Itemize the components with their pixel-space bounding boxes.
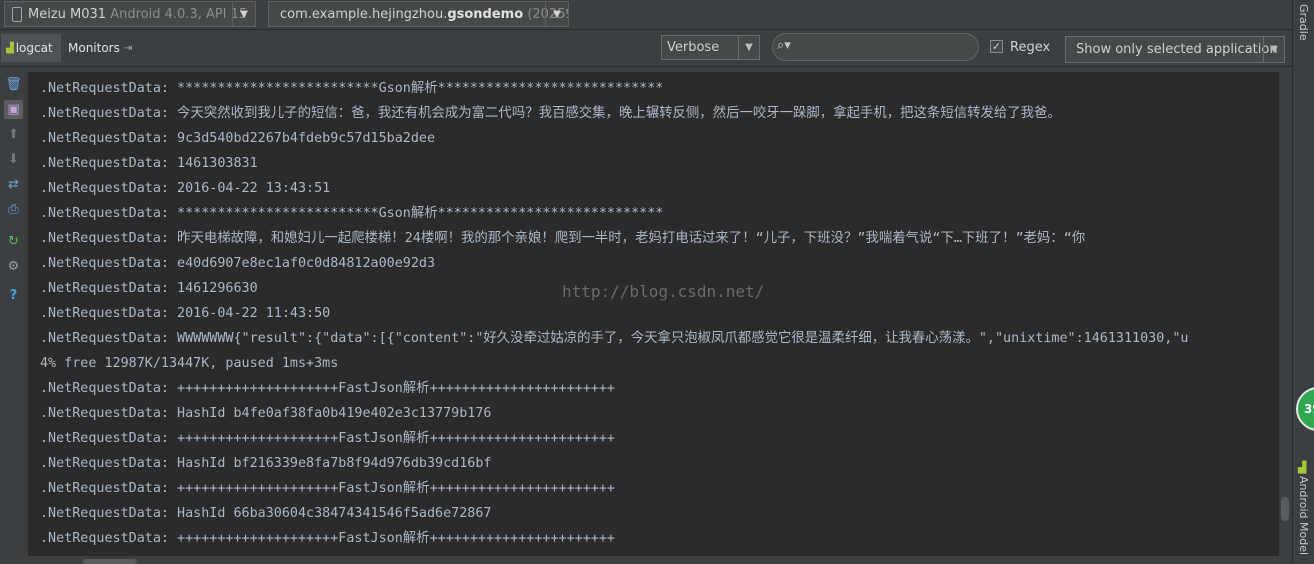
log-line: .NetRequestData: 1461296630 (40, 281, 258, 296)
pin-icon: ⇥ (123, 42, 133, 54)
vertical-scrollbar[interactable] (1279, 68, 1292, 556)
android-icon: ▟ (6, 42, 14, 54)
log-level-select[interactable]: Verbose ▼ (661, 35, 760, 60)
device-detail: Android 4.0.3, API 15 (110, 6, 248, 22)
log-line: .NetRequestData: ***********************… (40, 206, 664, 221)
process-selector[interactable]: com.example.hejingzhou.gsondemo (20259) … (268, 1, 569, 27)
log-level-value: Verbose (667, 40, 720, 55)
regex-label: Regex (1010, 40, 1051, 55)
soft-wrap-icon[interactable]: ⇄ (4, 175, 23, 194)
log-line: .NetRequestData: HashId 66ba30604c384743… (40, 506, 492, 521)
vertical-scroll-thumb[interactable] (1281, 497, 1289, 521)
arrow-down-icon[interactable]: ⬇ (4, 150, 23, 169)
arrow-up-icon[interactable]: ⬆ (4, 125, 23, 144)
tab-monitors[interactable]: Monitors ⇥ (62, 34, 138, 62)
log-line: .NetRequestData: 2016-04-22 11:43:50 (40, 306, 331, 321)
log-line: .NetRequestData: 昨天电梯故障，和媳妇儿一起爬楼梯！24楼啊！我… (40, 231, 1086, 246)
horizontal-scrollbar[interactable] (28, 556, 1279, 564)
log-line: .NetRequestData: 1461303831 (40, 156, 258, 171)
gear-icon[interactable]: ⚙ (4, 257, 23, 276)
process-prefix: com.example.hejingzhou. (280, 6, 448, 22)
tab-logcat-label: logcat (15, 41, 53, 55)
filter-scope-select[interactable]: Show only selected application ▼ (1065, 36, 1285, 63)
watermark: http://blog.csdn.net/ (562, 282, 765, 301)
log-search-field[interactable]: ⌕▾ (772, 33, 979, 61)
log-line: .NetRequestData: ++++++++++++++++++++Fas… (40, 481, 615, 496)
log-line: .NetRequestData: ++++++++++++++++++++Fas… (40, 381, 615, 396)
chevron-down-icon[interactable]: ▼ (232, 2, 255, 26)
search-icon[interactable]: ⌕▾ (777, 38, 791, 53)
log-line: .NetRequestData: HashId bf216339e8fa7b8f… (40, 456, 492, 471)
print-icon[interactable]: ⎙ (4, 200, 23, 219)
scroll-to-end-icon[interactable]: ▣ (4, 100, 23, 119)
log-line: .NetRequestData: e40d6907e8ec1af0c0d8481… (40, 256, 436, 271)
device-selector[interactable]: Meizu M031 Android 4.0.3, API 15 ▼ (4, 1, 256, 27)
regex-checkbox[interactable]: ✓ (990, 40, 1003, 53)
right-tool-strip: Gradle ▟ Android Model (1292, 0, 1314, 564)
log-line: .NetRequestData: 今天突然收到我儿子的短信：爸，我还有机会成为富… (40, 106, 1061, 121)
chevron-down-icon[interactable]: ▼ (1263, 37, 1284, 62)
filter-scope-value: Show only selected application (1076, 42, 1278, 57)
log-line: .NetRequestData: HashId b4fe0af38fa0b419… (40, 406, 492, 421)
tab-logcat[interactable]: ▟ logcat (1, 34, 61, 62)
log-line: .NetRequestData: WWWWWWW{"result":{"data… (40, 331, 1189, 346)
tab-monitors-label: Monitors (68, 41, 120, 55)
restart-icon[interactable]: ↻ (4, 232, 23, 251)
process-name: gsondemo (447, 6, 524, 22)
log-line: 4% free 12987K/13447K, paused 1ms+3ms (40, 356, 339, 371)
log-line: .NetRequestData: 9c3d540bd2267b4fdeb9c57… (40, 131, 436, 146)
android-icon: ▟ (1298, 461, 1307, 474)
phone-icon (12, 6, 22, 22)
logcat-output[interactable]: .NetRequestData: ***********************… (28, 72, 1279, 556)
search-input[interactable] (799, 37, 973, 59)
log-line: .NetRequestData: ++++++++++++++++++++Fas… (40, 531, 615, 546)
log-line: .NetRequestData: 2016-04-22 13:43:51 (40, 181, 331, 196)
log-line: .NetRequestData: ***********************… (40, 81, 664, 96)
chevron-down-icon[interactable]: ▼ (738, 36, 759, 59)
device-name: Meizu M031 (28, 6, 107, 22)
chevron-down-icon[interactable]: ▼ (545, 2, 568, 26)
horizontal-scroll-thumb[interactable] (83, 559, 137, 564)
log-line: .NetRequestData: ++++++++++++++++++++Fas… (40, 431, 615, 446)
help-icon[interactable]: ? (4, 286, 23, 305)
trash-icon[interactable]: 🗑 (4, 75, 23, 94)
android-model-panel-tab[interactable]: Android Model (1297, 476, 1310, 555)
gradle-panel-tab[interactable]: Gradle (1297, 4, 1310, 41)
